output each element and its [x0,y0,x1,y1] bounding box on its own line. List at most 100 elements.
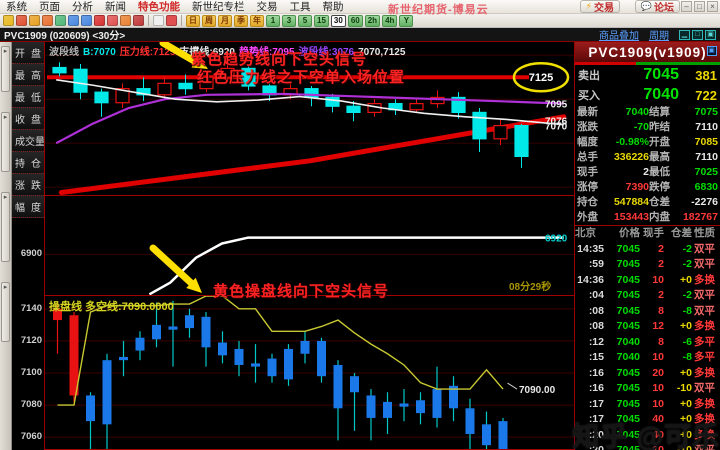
field-button-开盘[interactable]: 开盘 [12,42,44,64]
collapsed-panel-tab[interactable]: ▸ [1,46,10,92]
stat-label: 内盘 [649,210,675,225]
field-button-持仓[interactable]: 持仓 [12,152,44,174]
stat-value: 153443 [603,210,649,225]
period-button-年[interactable]: 年 [250,15,264,27]
tick-row: :17704510+0多换 [575,397,720,413]
flag-icon[interactable] [94,15,105,26]
window-controls: –□× [681,1,718,12]
panel-divider [45,195,574,196]
period-button-月[interactable]: 月 [218,15,232,27]
menu-item-帮助[interactable]: 帮助 [317,0,350,14]
menu-item-特色功能[interactable]: 特色功能 [132,0,186,14]
link-商品叠加[interactable]: 商品叠加 [599,27,639,42]
stat-value: 336226 [603,150,649,165]
tick-row: :08704512+0多换 [575,319,720,335]
menu-bar: 系统页面分析新闻特色功能新世纪专栏交易工具帮助 新世纪期货-博易云 ⚡交易 💬论… [0,0,720,14]
nav-icon[interactable] [3,15,14,26]
y-axis-label: 7080 [21,399,42,410]
period-button-季[interactable]: 季 [234,15,248,27]
menu-item-新闻[interactable]: 新闻 [99,0,132,14]
watermark: 知乎 @可乐 [572,415,720,450]
workspace: ▸▸▸▸ 开盘最高最低收盘成交量持仓涨跌幅度690071407120710070… [0,42,720,450]
collapsed-panel-tab[interactable]: ▸ [1,112,10,172]
ask-row: 卖出 7045 381 [575,65,720,85]
svg-text:6920: 6920 [545,234,568,245]
chart-win-button-1[interactable]: □ [692,30,703,40]
tick-row: :0470452-2双平 [575,288,720,304]
close-button[interactable]: × [707,1,718,12]
zoom-out-icon[interactable] [81,15,92,26]
quote-stats: 最新7040结算7075涨跌-70昨结7110幅度-0.98%开盘7085总手3… [575,105,720,225]
left-rail: ▸ ▸ ▸ ▸ [0,42,12,450]
menu-item-交易[interactable]: 交易 [251,0,284,14]
quote-panel: PVC1909(v1909) ▣ 卖出 7045 381 买入 7040 722… [575,42,720,450]
period-button-30min[interactable]: 30 [331,15,346,27]
collapsed-panel-tab[interactable]: ▸ [1,192,10,262]
period-button-日[interactable]: 日 [186,15,200,27]
filter-icon[interactable] [133,15,144,26]
tick-col-header: 价格 [605,226,641,242]
collapsed-panel-tab[interactable]: ▸ [1,282,10,342]
link-周期[interactable]: 周期 [649,27,669,42]
tick-row: :0870458-8双平 [575,304,720,320]
refresh-icon[interactable] [55,15,66,26]
home-icon[interactable] [16,15,27,26]
period-button-5min[interactable]: 5 [298,15,312,27]
zoom-in-icon[interactable] [68,15,79,26]
ask-volume: 381 [679,68,717,83]
tick-row: :15704010-8多平 [575,350,720,366]
field-button-成交量[interactable]: 成交量 [12,130,44,152]
stat-value: 7110 [675,150,718,165]
field-button-涨跌[interactable]: 涨跌 [12,174,44,196]
menu-item-页面[interactable]: 页面 [33,0,66,14]
stat-value: 7390 [603,180,649,195]
stat-label: 最低 [649,165,675,180]
draw-icon[interactable] [107,15,118,26]
maximize-button[interactable]: □ [694,1,705,12]
trend-icon[interactable] [166,15,177,26]
tick-col-header: 性质 [693,226,716,242]
news-icon[interactable] [42,15,53,26]
period-button-60min[interactable]: 60 [348,15,363,27]
stat-value: 547884 [603,195,649,210]
panel-mode-icon[interactable]: ▣ [707,46,717,56]
operation-line-label: 操盘线 多空线:7090.0000 [49,298,174,314]
svg-text:08分29秒: 08分29秒 [509,280,551,293]
stat-label: 开盘 [649,135,675,150]
chart-win-button-2[interactable]: ▣ [705,30,716,40]
stat-value: 2 [603,165,649,180]
period-button-2hmin[interactable]: 2h [365,15,380,27]
field-button-最低[interactable]: 最低 [12,86,44,108]
menu-item-新世纪专栏[interactable]: 新世纪专栏 [186,0,251,14]
period-button-3min[interactable]: 3 [282,15,296,27]
menu-item-系统[interactable]: 系统 [0,0,33,14]
paint-icon[interactable] [120,15,131,26]
chart-area[interactable]: 7125709570767070 692008分29秒 7090.00 波段线B… [44,42,575,450]
coin-icon[interactable] [29,15,40,26]
field-button-收盘[interactable]: 收盘 [12,108,44,130]
tick-col-header: 现手 [641,226,665,242]
stat-label: 外盘 [577,210,603,225]
tick-row: 14:36704510+0多换 [575,273,720,289]
tick-row: :1270408-6多平 [575,335,720,351]
stat-label: 跌停 [649,180,675,195]
stat-value: 7085 [675,135,718,150]
minimize-button[interactable]: – [681,1,692,12]
period-button-周[interactable]: 周 [202,15,216,27]
field-button-幅度[interactable]: 幅度 [12,196,44,218]
forum-button[interactable]: 💬论坛 [635,0,680,13]
table-icon[interactable] [153,15,164,26]
speech-bubble-icon: 💬 [641,1,652,12]
period-button-15min[interactable]: 15 [314,15,329,27]
stat-value: 7075 [675,105,718,120]
menu-items: 系统页面分析新闻特色功能新世纪专栏交易工具帮助 [0,0,350,14]
chart-win-button-0[interactable]: ▁ [679,30,690,40]
menu-item-工具[interactable]: 工具 [284,0,317,14]
tick-row: :5970452-2双平 [575,257,720,273]
menu-item-分析[interactable]: 分析 [66,0,99,14]
operation-candlestick-chart[interactable]: 7090.00 [45,296,574,450]
annotation-yellow-line: 黄色操盘线向下空头信号 [213,280,389,301]
period-button-1min[interactable]: 1 [266,15,280,27]
field-button-最高[interactable]: 最高 [12,64,44,86]
trade-button[interactable]: ⚡交易 [580,0,620,13]
